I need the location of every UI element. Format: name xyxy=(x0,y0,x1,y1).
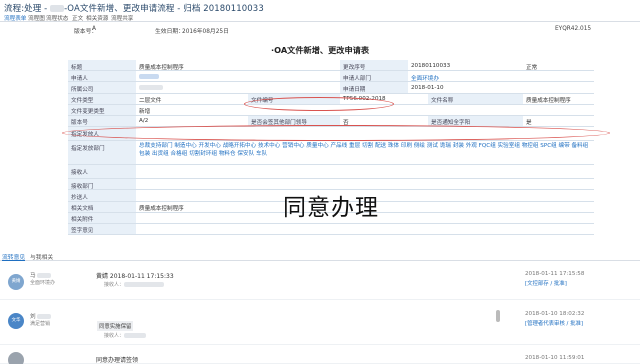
label-countersign: 是否会签其他部门领导 xyxy=(248,115,340,127)
log-user-name: 刘 xyxy=(30,312,52,320)
value-title: 质量成本控制程序 xyxy=(139,64,184,71)
scrollbar-thumb[interactable] xyxy=(496,310,500,322)
log-receiver: 接收人： xyxy=(104,281,165,288)
value-file-no: TP56.002-2018 xyxy=(343,96,386,103)
label-receive-dept: 接收部门 xyxy=(68,179,136,190)
approval-stamp-text: 同意办理 xyxy=(283,195,379,221)
value-company xyxy=(136,82,276,92)
tab-form[interactable]: 流程表单 xyxy=(4,14,26,22)
label-file-name: 文件名称 xyxy=(428,93,523,104)
log-receiver: 接收人： xyxy=(104,332,147,339)
opinion-tabs: 流转意见 与我相关 xyxy=(0,252,640,261)
document-code: EYQR42.015 xyxy=(555,26,592,32)
log-comment: 同意实施保留 xyxy=(97,321,134,331)
avatar xyxy=(8,352,24,364)
value-applicant[interactable] xyxy=(136,71,276,81)
row-distribute-dept: 指定发放部门 总裁支持部门 制造中心 开发中心 战略开拓中心 技术中心 营销中心… xyxy=(68,141,594,166)
row-version: 版本号 A/2 是否会签其他部门领导 否 是否通知全字阳 是 xyxy=(68,115,594,128)
label-sign-opinion: 签字意见 xyxy=(68,223,136,235)
form-title: ·OA文件新增、更改申请表 xyxy=(270,45,370,55)
value-countersign: 否 xyxy=(343,120,349,127)
tab-body[interactable]: 正文 xyxy=(72,14,83,22)
avatar: 文华 xyxy=(8,313,24,329)
label-change-no: 更改序号 xyxy=(340,60,408,71)
row-distributor: 指定发放人 xyxy=(68,127,594,142)
value-distribute-dept[interactable]: 总裁支持部门 制造中心 开发中心 战略开拓中心 技术中心 营销中心 质量中心 产… xyxy=(136,141,594,164)
label-apply-date: 申请日期 xyxy=(340,82,408,93)
value-change-type: 新增 xyxy=(139,109,151,115)
version-value: A xyxy=(92,26,96,32)
row-change-type: 文件变更类型 新增 xyxy=(68,104,594,116)
label-title: 标题 xyxy=(68,60,136,71)
label-applicant: 申请人 xyxy=(68,71,136,82)
log-time: 2018-01-11 17:15:58 xyxy=(525,271,585,277)
label-notify: 是否通知全字阳 xyxy=(428,115,523,127)
tab-status[interactable]: 流程状态 xyxy=(46,14,68,22)
effective-date-label: 生效日期： xyxy=(155,29,184,35)
log-entry: 文华 刘 满足营销 同意实施保留 接收人： 2018-01-10 18:02:3… xyxy=(0,301,640,345)
window-titlebar: 流程:处理 - -OA文件新增、更改申请流程 - 归档 20180110033 xyxy=(0,0,640,14)
value-file-name: 质量成本控制程序 xyxy=(526,98,571,104)
effective-date-value: 2016年08月25日 xyxy=(182,29,229,35)
log-user-name: 马 xyxy=(30,271,52,279)
row-sign-opinion: 签字意见 xyxy=(68,223,594,236)
avatar: 黄婧 xyxy=(8,274,24,290)
label-company: 所属公司 xyxy=(68,82,136,93)
log-time: 2018-01-10 18:02:32 xyxy=(525,311,585,317)
label-file-type: 文件类型 xyxy=(68,93,136,104)
label-version: 版本号 xyxy=(68,115,136,127)
tab-flow-opinions[interactable]: 流转意见 xyxy=(2,252,26,261)
row-applicant: 申请人 申请人部门 全面环境办 xyxy=(68,71,594,83)
form-info-bar: 版本号： A 生效日期： 2016年08月25日 EYQR42.015 xyxy=(0,23,640,35)
tab-share[interactable]: 流程共享 xyxy=(111,14,133,22)
label-cc: 抄送人 xyxy=(68,190,136,201)
log-entry: 同意办理请签领 2018-01-10 11:59:01 xyxy=(0,346,640,364)
tab-related-to-me[interactable]: 与我相关 xyxy=(30,252,53,261)
value-applicant-dept[interactable]: 全面环境办 xyxy=(408,71,498,82)
log-action: 同意办理请签领 xyxy=(96,357,139,364)
log-time: 2018-01-10 11:59:01 xyxy=(525,355,585,361)
label-distribute-dept: 指定发放部门 xyxy=(68,141,136,165)
tab-flowchart[interactable]: 流程图 xyxy=(28,14,45,22)
log-user-dept: 满足营销 xyxy=(30,321,51,327)
row-file-type: 文件类型 二层文件 文件编号 TP56.002-2018 文件名称 质量成本控制… xyxy=(68,93,594,105)
value-file-type: 二层文件 xyxy=(139,98,162,104)
label-distributor: 指定发放人 xyxy=(68,127,136,141)
redacted-text xyxy=(50,5,65,12)
value-notify: 是 xyxy=(526,120,532,127)
value-version: A/2 xyxy=(139,118,149,125)
log-action: 黄婧 2018-01-11 17:15:33 xyxy=(96,273,174,280)
label-related-doc: 相关文档 xyxy=(68,201,136,212)
row-receiver: 接收人 xyxy=(68,165,594,180)
log-entry: 黄婧 马 全面环境办 黄婧 2018-01-11 17:15:33 接收人： 2… xyxy=(0,262,640,300)
label-attachment: 相关附件 xyxy=(68,212,136,223)
row-title: 标题 质量成本控制程序 更改序号 20180110033 正常 xyxy=(68,60,594,72)
label-receiver: 接收人 xyxy=(68,165,136,179)
label-file-no: 文件编号 xyxy=(248,93,340,104)
label-applicant-dept: 申请人部门 xyxy=(340,71,408,82)
log-node-link[interactable]: [文控部存 / 批准] xyxy=(525,279,567,287)
value-related-doc[interactable]: 质量成本控制程序 xyxy=(136,202,276,212)
nav-tabs: 流程表单 流程图 流程状态 正文 相关资源 流程共享 xyxy=(0,13,640,22)
tab-resources[interactable]: 相关资源 xyxy=(86,14,108,22)
value-apply-date: 2018-01-10 xyxy=(411,84,444,91)
log-node-link[interactable]: [管理者代表审核 / 批准] xyxy=(525,319,583,327)
value-priority: 正常 xyxy=(526,64,538,71)
value-change-no: 20180110033 xyxy=(411,62,451,69)
label-change-type: 文件变更类型 xyxy=(68,104,136,115)
log-user-dept: 全面环境办 xyxy=(30,280,56,286)
row-company: 所属公司 申请日期 2018-01-10 xyxy=(68,82,594,94)
